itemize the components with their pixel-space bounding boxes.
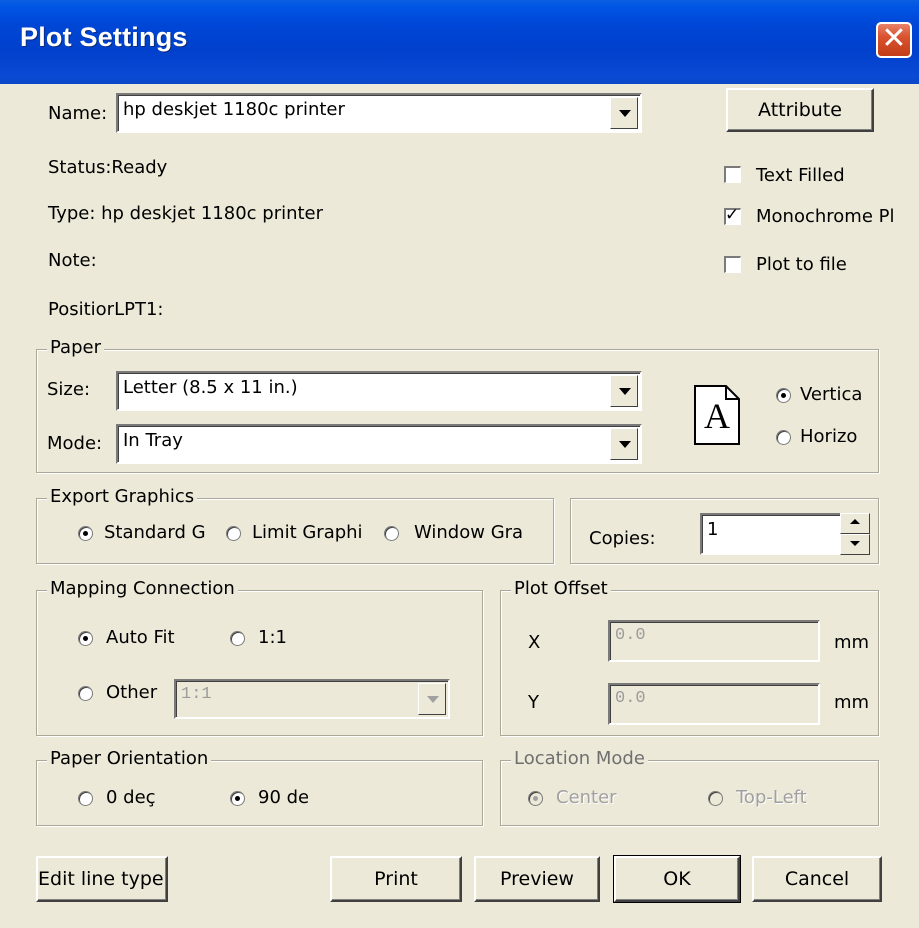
chevron-down-icon[interactable] (610, 375, 638, 407)
vertical-orientation-radio[interactable] (776, 388, 791, 403)
paper-preview-letter: A (704, 396, 730, 436)
paper-size-label: Size: (47, 379, 91, 400)
location-center-label: Center (556, 787, 617, 808)
copies-label: Copies: (589, 528, 656, 549)
export-limit-label: Limit Graphi (252, 522, 363, 543)
other-ratio-select[interactable]: 1:1 (174, 679, 450, 719)
auto-fit-label: Auto Fit (106, 627, 175, 648)
text-filled-checkbox[interactable] (724, 166, 741, 183)
orientation-0-label: 0 deç (106, 787, 156, 808)
paper-size-select[interactable]: Letter (8.5 x 11 in.) (116, 371, 642, 411)
export-window-label: Window Gra (414, 522, 524, 543)
offset-y-input[interactable]: 0.0 (608, 683, 820, 725)
orientation-90-label: 90 de (258, 787, 308, 808)
other-radio[interactable] (78, 686, 93, 701)
plot-offset-label: Plot Offset (511, 578, 611, 599)
chevron-down-icon[interactable] (610, 428, 638, 460)
paper-mode-select[interactable]: In Tray (116, 424, 642, 464)
printer-name-value: hp deskjet 1180c printer (123, 99, 345, 120)
location-mode-label: Location Mode (511, 748, 648, 769)
monochrome-checkbox[interactable]: ✓ (724, 205, 741, 225)
paper-mode-label: Mode: (47, 433, 103, 454)
paper-mode-value: In Tray (123, 430, 183, 451)
paper-portrait-icon: A (694, 385, 740, 445)
other-ratio-value: 1:1 (181, 685, 212, 704)
offset-x-label: X (528, 632, 541, 653)
location-center-radio[interactable] (528, 791, 543, 806)
paper-size-value: Letter (8.5 x 11 in.) (123, 377, 298, 398)
attribute-button[interactable]: Attribute (726, 88, 874, 132)
copies-increment[interactable] (840, 513, 870, 534)
printer-name-label: Name: (48, 103, 108, 124)
copies-value: 1 (707, 519, 719, 540)
offset-x-input[interactable]: 0.0 (608, 620, 820, 662)
orientation-0-radio[interactable] (78, 791, 93, 806)
location-top-left-label: Top-Left (736, 787, 807, 808)
ok-button[interactable]: OK (613, 855, 741, 903)
title-bar[interactable]: Plot Settings ✕ (0, 0, 919, 84)
preview-button[interactable]: Preview (474, 856, 600, 902)
paper-group-label: Paper (47, 337, 104, 358)
edit-line-type-button[interactable]: Edit line type (36, 856, 168, 902)
other-label: Other (106, 682, 158, 703)
orientation-90-radio[interactable] (230, 791, 245, 806)
plot-to-file-label: Plot to file (756, 254, 847, 275)
dialog-title: Plot Settings (20, 22, 188, 52)
offset-x-unit: mm (834, 632, 870, 653)
plot-settings-dialog: Plot Settings ✕ Name: hp deskjet 1180c p… (0, 0, 919, 928)
one-to-one-radio[interactable] (230, 631, 245, 646)
offset-y-value: 0.0 (615, 689, 646, 708)
export-standard-label: Standard G (104, 522, 206, 543)
printer-status: Status:Ready (48, 157, 168, 178)
printer-position: PositiorLPT1: (48, 299, 164, 320)
export-limit-radio[interactable] (226, 526, 241, 541)
chevron-down-icon[interactable] (610, 97, 638, 129)
offset-x-value: 0.0 (615, 626, 646, 645)
auto-fit-radio[interactable] (78, 631, 93, 646)
plot-to-file-checkbox[interactable] (724, 256, 741, 273)
close-button[interactable]: ✕ (876, 21, 912, 58)
paper-orientation-label: Paper Orientation (47, 748, 212, 769)
location-top-left-radio[interactable] (708, 791, 723, 806)
offset-y-label: Y (528, 692, 539, 713)
close-icon: ✕ (881, 21, 907, 56)
printer-name-select[interactable]: hp deskjet 1180c printer (116, 93, 642, 133)
export-graphics-label: Export Graphics (47, 486, 198, 507)
export-window-radio[interactable] (384, 526, 399, 541)
one-to-one-label: 1:1 (258, 627, 287, 648)
offset-y-unit: mm (834, 692, 870, 713)
horizontal-orientation-label: Horizo (800, 426, 858, 447)
export-standard-radio[interactable] (78, 526, 93, 541)
vertical-orientation-label: Vertica (800, 384, 863, 405)
mapping-connection-label: Mapping Connection (47, 578, 238, 599)
printer-type: Type: hp deskjet 1180c printer (48, 203, 324, 224)
printer-note: Note: (48, 250, 97, 271)
copies-decrement[interactable] (840, 534, 870, 555)
text-filled-label: Text Filled (756, 165, 845, 186)
chevron-down-icon[interactable] (418, 683, 446, 715)
monochrome-label: Monochrome Pl (756, 206, 895, 227)
checkmark-icon: ✓ (725, 205, 740, 225)
print-button[interactable]: Print (330, 856, 462, 902)
cancel-button[interactable]: Cancel (752, 856, 882, 902)
horizontal-orientation-radio[interactable] (776, 430, 791, 445)
